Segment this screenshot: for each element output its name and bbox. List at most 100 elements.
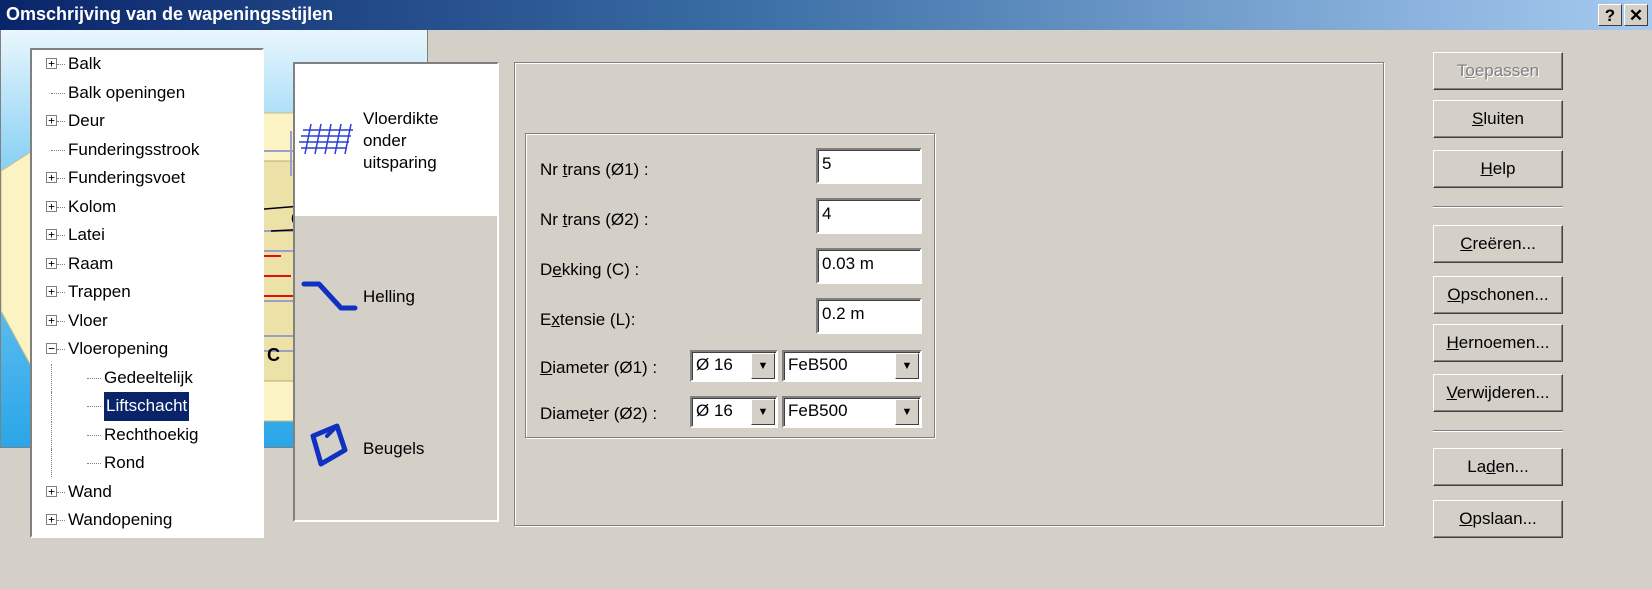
laden-button[interactable]: Laden... (1433, 448, 1563, 486)
tree-item-label: Balk openingen (68, 82, 186, 102)
category-beugels-label: Beugels (363, 439, 425, 458)
expand-icon[interactable]: + (46, 257, 57, 269)
opschonen-button[interactable]: Opschonen... (1433, 276, 1563, 314)
expand-icon[interactable]: + (46, 485, 57, 497)
tree-item[interactable]: + Wandopening (32, 506, 262, 535)
slope-bar-icon (301, 281, 358, 311)
tree-item[interactable]: Funderingsstrook (32, 136, 262, 165)
expand-icon[interactable]: + (46, 200, 57, 212)
extensie-input[interactable]: 0.2 m (816, 298, 922, 334)
tree-connector (87, 377, 101, 379)
expand-icon[interactable]: + (46, 514, 57, 525)
tree-item-label: Rond (104, 453, 145, 472)
tree-item[interactable]: + Raam (32, 250, 262, 279)
tree-item[interactable]: + Kolom (32, 193, 262, 222)
tree-connector (87, 434, 101, 436)
tree-item-label: Vloeropening (68, 339, 169, 358)
tree-item-label: Wandopening (68, 510, 173, 529)
help-button[interactable]: Help (1433, 150, 1563, 188)
expand-icon[interactable]: + (46, 314, 57, 326)
tree-item-label: Wand (68, 481, 112, 501)
collapse-icon[interactable]: − (46, 343, 57, 354)
tree-item[interactable]: + Balk (32, 50, 262, 79)
tree-item[interactable]: + Latei (32, 221, 262, 250)
nr-trans-2-input[interactable]: 4 (816, 198, 922, 234)
tree-connector (57, 206, 65, 208)
category-vloerdikte[interactable]: Vloerdikte onder uitsparing (295, 64, 497, 216)
tree-item-label: Trappen (68, 282, 131, 301)
diameter-1-select[interactable]: Ø 16 ▼ (690, 350, 778, 382)
tree-connector (51, 149, 65, 151)
tree-item-label: Liftschacht (102, 391, 191, 422)
tree-item-label: Rechthoekig (104, 424, 199, 444)
category-vloerdikte-line2: onder (363, 131, 407, 150)
steel-2-value: FeB500 (788, 401, 848, 420)
opslaan-button[interactable]: Opslaan... (1433, 500, 1563, 538)
tree-connector (57, 121, 65, 122)
chevron-down-icon[interactable]: ▼ (895, 353, 919, 379)
nr-trans-1-input[interactable]: 5 (816, 148, 922, 184)
tree-item-label: Funderingsvoet (68, 168, 186, 187)
tree-item-label: Vloer (68, 310, 108, 330)
tree-connector (57, 263, 65, 265)
stirrup-icon (310, 423, 348, 467)
steel-1-value: FeB500 (788, 355, 848, 374)
tree-connector (57, 520, 65, 521)
category-vloerdikte-line1: Vloerdikte (363, 109, 439, 128)
title-bar: Omschrijving van de wapeningsstijlen ? ✕ (0, 0, 1652, 30)
dekking-input[interactable]: 0.03 m (816, 248, 922, 284)
steel-2-select[interactable]: FeB500 ▼ (782, 396, 922, 428)
tree-connector (51, 449, 52, 477)
tree-connector (57, 320, 65, 322)
tree-item[interactable]: + Trappen (32, 278, 262, 307)
tree-item-label: Deur (68, 111, 105, 130)
expand-icon[interactable]: + (46, 286, 57, 297)
expand-icon[interactable]: + (46, 229, 57, 240)
tree-item[interactable]: + Wand (32, 478, 262, 507)
nr-trans-2-label: Nr trans (Ø2) : (540, 210, 649, 229)
tree-item-label: Kolom (68, 196, 117, 216)
window-title: Omschrijving van de wapeningsstijlen (6, 4, 334, 24)
tree-item[interactable]: Rond (32, 449, 262, 478)
tree-connector (57, 491, 65, 493)
tree-item[interactable]: + Deur (32, 107, 262, 136)
category-helling-label: Helling (363, 287, 415, 306)
hernoemen-button[interactable]: Hernoemen... (1433, 324, 1563, 362)
tree-item[interactable]: + Funderingsvoet (32, 164, 262, 193)
toepassen-button[interactable]: Toepassen (1433, 52, 1563, 90)
expand-icon[interactable]: + (46, 58, 57, 69)
sluiten-button[interactable]: Sluiten (1433, 100, 1563, 138)
tree-item[interactable]: Gedeeltelijk (32, 363, 262, 393)
chevron-down-icon[interactable]: ▼ (751, 399, 775, 425)
tree-item[interactable]: Rechthoekig (32, 420, 262, 450)
tree-connector (57, 178, 65, 179)
chevron-down-icon[interactable]: ▼ (751, 353, 775, 379)
category-panel: Vloerdikte onder uitsparing Helling Beug… (293, 62, 499, 522)
tree-list: + Balk Balk openingen + Deur Funderingsstrook… (32, 50, 262, 535)
creeren-button[interactable]: Creëren... (1433, 225, 1563, 263)
tree-connector (57, 349, 65, 350)
category-vloerdikte-line3: uitsparing (363, 153, 437, 172)
chevron-down-icon[interactable]: ▼ (895, 399, 919, 425)
extensie-label: Extensie (L): (540, 310, 636, 329)
diameter-2-select[interactable]: Ø 16 ▼ (690, 396, 778, 428)
verwijderen-button[interactable]: Verwijderen... (1433, 374, 1563, 412)
help-title-button[interactable]: ? (1598, 4, 1622, 26)
tree-connector (51, 363, 52, 392)
tree-item[interactable]: − Vloeropening (32, 335, 262, 364)
steel-1-select[interactable]: FeB500 ▼ (782, 350, 922, 382)
tree-item[interactable]: Balk openingen (32, 79, 262, 108)
expand-icon[interactable]: + (46, 172, 57, 183)
tree-item[interactable]: Liftschacht (32, 391, 262, 422)
category-beugels[interactable]: Beugels (295, 404, 497, 484)
dekking-label: Dekking (C) : (540, 260, 640, 279)
tree-item-label: Raam (68, 253, 114, 273)
close-button[interactable]: ✕ (1624, 4, 1648, 26)
expand-icon[interactable]: + (46, 115, 57, 126)
tree-connector (87, 406, 101, 407)
category-helling[interactable]: Helling (295, 254, 497, 334)
style-tree[interactable]: + Balk Balk openingen + Deur Funderingsstrook… (30, 48, 264, 538)
tree-item[interactable]: + Vloer (32, 307, 262, 336)
tree-connector (57, 64, 65, 65)
dim-label-c-3: C (267, 345, 280, 365)
